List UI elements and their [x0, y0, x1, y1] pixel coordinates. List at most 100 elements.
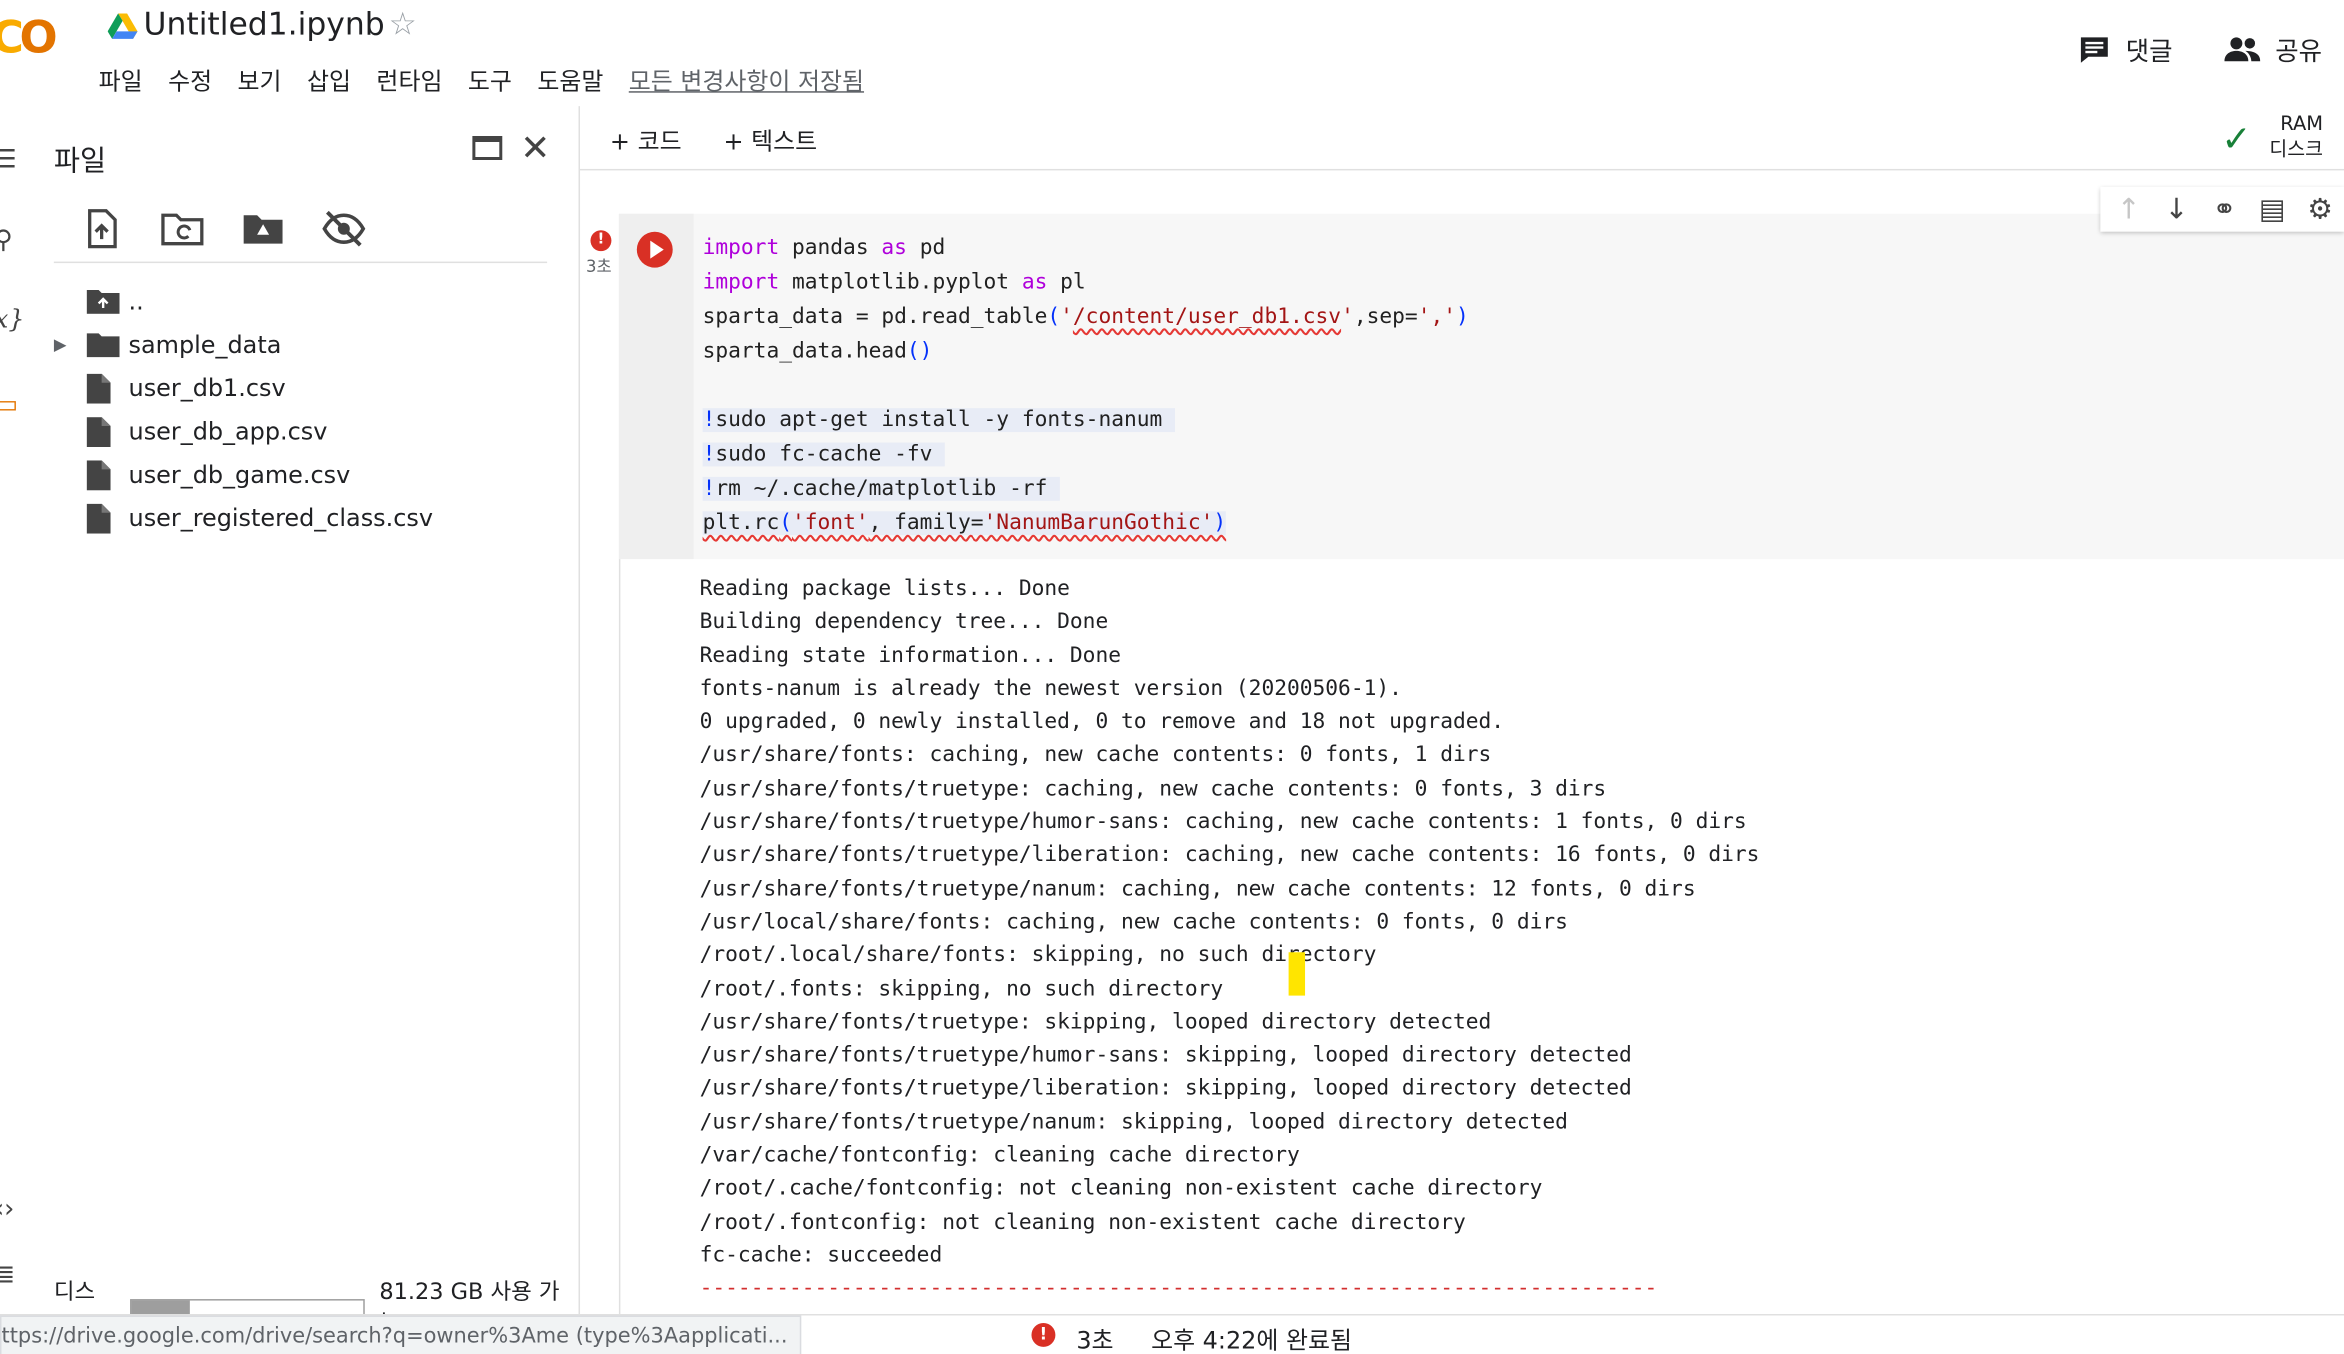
- status-bar: ttps://drive.google.com/drive/search?q=o…: [0, 1314, 2344, 1354]
- output-line: /usr/share/fonts/truetype/nanum: caching…: [699, 877, 1696, 901]
- ram-label: RAM: [2280, 113, 2324, 137]
- file-name: user_registered_class.csv: [128, 503, 434, 533]
- text-cursor: [1288, 952, 1306, 996]
- output-line: /usr/share/fonts/truetype/liberation: sk…: [699, 1077, 1632, 1101]
- code-line: import pandas as pd: [702, 236, 946, 261]
- folder-up-icon: [86, 289, 120, 314]
- menu-icon[interactable]: ☰: [0, 145, 17, 175]
- link-icon[interactable]: ⚭: [2208, 193, 2241, 226]
- close-icon[interactable]: ✕: [520, 127, 550, 169]
- comment-cell-icon[interactable]: ▤: [2256, 193, 2289, 226]
- file-name: user_db1.csv: [128, 373, 286, 403]
- code-line: sparta_data.head(): [702, 339, 933, 364]
- move-up-icon[interactable]: ↑: [2112, 193, 2145, 226]
- code-line: !sudo fc-cache -fv: [702, 442, 946, 467]
- tree-item-user-registered-class[interactable]: user_registered_class.csv: [57, 496, 433, 539]
- error-indicator-icon[interactable]: !: [590, 230, 612, 252]
- code-line: import matplotlib.pyplot as pl: [702, 270, 1086, 295]
- share-button[interactable]: 공유: [2224, 30, 2322, 67]
- panel-title: 파일: [53, 145, 107, 178]
- run-cell-button[interactable]: [636, 231, 673, 268]
- folder-icon[interactable]: ▭: [0, 390, 18, 420]
- error-status-icon[interactable]: !: [1031, 1322, 1056, 1347]
- disk-label-toolbar: 디스크: [2269, 139, 2324, 162]
- output-gutter: [618, 559, 621, 1315]
- output-line: Building dependency tree... Done: [699, 610, 1109, 635]
- output-line: /root/.fonts: skipping, no such director…: [699, 977, 1224, 1001]
- mount-drive-icon[interactable]: [239, 208, 287, 250]
- star-icon[interactable]: ☆: [389, 6, 417, 42]
- tree-item-user-db-app[interactable]: user_db_app.csv: [57, 410, 433, 453]
- code-line: !rm ~/.cache/matplotlib -rf: [702, 476, 1061, 501]
- upload-file-icon[interactable]: [78, 208, 126, 250]
- code-snippets-icon[interactable]: ‹›: [0, 1194, 14, 1224]
- colab-logo[interactable]: CO: [0, 12, 58, 64]
- menu-runtime[interactable]: 런타임: [376, 61, 442, 97]
- people-icon: [2224, 36, 2261, 61]
- menu-view[interactable]: 보기: [238, 61, 282, 97]
- output-line: /root/.fontconfig: not cleaning non-exis…: [699, 1210, 1466, 1235]
- disk-usage-fill: [131, 1299, 190, 1314]
- resource-monitor[interactable]: RAM 디스크: [2269, 112, 2323, 163]
- header: CO Untitled1.ipynb ☆ 파일 수정 보기 삽입 런타임 도구 …: [0, 0, 2344, 105]
- output-line: /usr/local/share/fonts: caching, new cac…: [699, 910, 1568, 935]
- output-line: fc-cache: succeeded: [699, 1243, 943, 1268]
- output-line: /usr/share/fonts/truetype/humor-sans: ca…: [699, 810, 1747, 835]
- comment-label: 댓글: [2125, 37, 2173, 68]
- left-rail: ☰ ⚲ x} ▭ ‹› ≣: [0, 106, 33, 1315]
- status-time: 3초: [1076, 1325, 1114, 1354]
- output-line: /usr/share/fonts/truetype: caching, new …: [699, 777, 1607, 801]
- output-line: /usr/share/fonts/truetype/humor-sans: sk…: [699, 1043, 1632, 1068]
- folder-icon: [86, 332, 120, 358]
- settings-gear-icon[interactable]: ⚙: [2304, 193, 2337, 226]
- add-text-button[interactable]: + 텍스트: [724, 121, 818, 157]
- output-line: /root/.cache/fontconfig: not cleaning no…: [699, 1177, 1543, 1201]
- save-status[interactable]: 모든 변경사항이 저장됨: [629, 61, 864, 97]
- file-icon: [86, 459, 120, 490]
- open-in-tab-icon[interactable]: [472, 136, 503, 160]
- add-code-button[interactable]: + 코드: [610, 121, 682, 157]
- cell-toolbar: ↑ ↓ ⚭ ▤ ⚙: [2100, 186, 2344, 232]
- output-line: fonts-nanum is already the newest versio…: [699, 677, 1402, 701]
- output-line: /root/.local/share/fonts: skipping, no s…: [699, 943, 1377, 968]
- tree-item-parent[interactable]: ..: [57, 280, 433, 323]
- notebook-toolbar: + 코드 + 텍스트 ✓ RAM 디스크: [580, 106, 2344, 171]
- menu-file[interactable]: 파일: [99, 61, 143, 97]
- refresh-folder-icon[interactable]: [158, 208, 206, 250]
- cell-output: Reading package lists... Done Building de…: [700, 573, 1760, 1306]
- google-drive-icon: [107, 13, 138, 39]
- link-preview-url: ttps://drive.google.com/drive/search?q=o…: [0, 1315, 801, 1354]
- variables-icon[interactable]: x}: [0, 305, 25, 335]
- hide-files-icon[interactable]: [320, 208, 368, 250]
- output-line: /usr/share/fonts: caching, new cache con…: [699, 743, 1492, 768]
- menu-tools[interactable]: 도구: [468, 61, 512, 97]
- code-line: plt.rc('font', family='NanumBarunGothic'…: [702, 511, 1227, 536]
- tree-item-user-db-game[interactable]: user_db_game.csv: [57, 453, 433, 496]
- file-name: user_db_app.csv: [128, 417, 328, 446]
- comment-button[interactable]: 댓글: [2078, 30, 2173, 67]
- file-browser-panel: 파일 ✕ .. ▶ sample_data user_db1.csv user_…: [32, 106, 581, 1336]
- status-completed: 오후 4:22에 완료됨: [1151, 1325, 1353, 1354]
- connected-check-icon: ✓: [2221, 118, 2252, 160]
- menu-edit[interactable]: 수정: [168, 61, 212, 97]
- menu-bar: 파일 수정 보기 삽입 런타임 도구 도움말 모든 변경사항이 저장됨: [99, 61, 864, 97]
- divider: [53, 261, 548, 264]
- tree-item-sample-data[interactable]: ▶ sample_data: [54, 323, 433, 366]
- notebook-title[interactable]: Untitled1.ipynb: [144, 6, 385, 42]
- menu-help[interactable]: 도움말: [537, 61, 603, 97]
- execution-time: 3초: [586, 257, 612, 277]
- file-toolbar: [78, 208, 368, 250]
- file-name: sample_data: [128, 330, 282, 359]
- code-line: !sudo apt-get install -y fonts-nanum: [702, 408, 1176, 433]
- terminal-icon[interactable]: ≣: [0, 1260, 15, 1290]
- menu-insert[interactable]: 삽입: [307, 61, 351, 97]
- output-line: Reading state information... Done: [699, 643, 1121, 668]
- tree-item-user-db1[interactable]: user_db1.csv: [57, 366, 433, 409]
- code-editor[interactable]: import pandas as pd import matplotlib.py…: [702, 232, 1469, 541]
- move-down-icon[interactable]: ↓: [2160, 193, 2193, 226]
- output-line: 0 upgraded, 0 newly installed, 0 to remo…: [699, 710, 1505, 735]
- file-icon: [86, 503, 120, 533]
- file-icon: [86, 416, 120, 447]
- search-icon[interactable]: ⚲: [0, 226, 13, 256]
- expand-arrow-icon[interactable]: ▶: [54, 335, 78, 354]
